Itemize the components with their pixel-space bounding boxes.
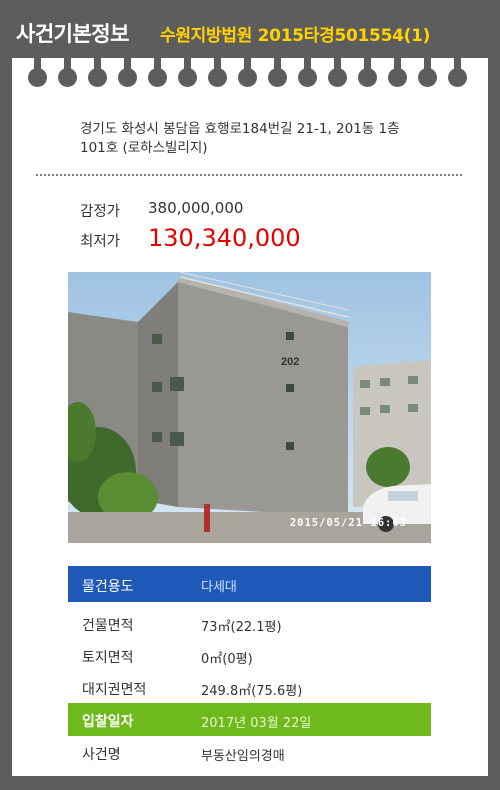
binder-hole bbox=[178, 68, 197, 87]
table-row-building-area: 건물면적 73㎡(22.1평) bbox=[68, 607, 431, 639]
binder-hole bbox=[388, 68, 407, 87]
property-address: 경기도 화성시 봉담읍 효행로184번길 21-1, 201동 1층101호 (… bbox=[80, 121, 400, 156]
page-title: 사건기본정보 bbox=[16, 22, 129, 46]
binder-hole bbox=[418, 68, 437, 87]
binder-hole bbox=[358, 68, 377, 87]
table-row-land-rights-area: 대지권면적 249.8㎡(75.6평) bbox=[68, 671, 431, 703]
table-row-usage: 물건용도 다세대 bbox=[68, 566, 431, 602]
row-value: 249.8㎡(75.6평) bbox=[201, 684, 303, 699]
binder-hole bbox=[58, 68, 77, 87]
row-key: 입찰일자 bbox=[82, 714, 134, 730]
appraisal-label: 감정가 bbox=[80, 204, 121, 220]
row-key: 사건명 bbox=[82, 747, 121, 763]
info-table: 물건용도 다세대 건물면적 73㎡(22.1평) 토지면적 0㎡(0평) 대지권… bbox=[68, 566, 431, 768]
row-key: 건물면적 bbox=[82, 618, 134, 634]
photo-timestamp: 2015/05/21 16:03 bbox=[289, 517, 407, 529]
table-row-case-name: 사건명 부동산임의경매 bbox=[68, 736, 431, 768]
binder-hole bbox=[448, 68, 467, 87]
building-photo-illustration: 202 bbox=[68, 272, 431, 543]
binder-hole bbox=[208, 68, 227, 87]
table-row-land-area: 토지면적 0㎡(0평) bbox=[68, 639, 431, 671]
binder-hole bbox=[238, 68, 257, 87]
binder-hole bbox=[28, 68, 47, 87]
row-value: 부동산임의경매 bbox=[201, 749, 285, 764]
binder-hole bbox=[298, 68, 317, 87]
binder-hole bbox=[118, 68, 137, 87]
binder-holes bbox=[28, 54, 472, 88]
row-key: 물건용도 bbox=[82, 579, 134, 595]
dotted-divider bbox=[36, 174, 462, 176]
binder-hole bbox=[88, 68, 107, 87]
row-value: 다세대 bbox=[201, 580, 237, 595]
property-photo: 202 2015/05/21 16:03 bbox=[68, 272, 431, 543]
appraisal-value: 380,000,000 bbox=[148, 199, 244, 217]
table-row-bid-date: 입찰일자 2017년 03월 22일 bbox=[68, 703, 431, 736]
building-number: 202 bbox=[281, 356, 299, 368]
lowest-price-label: 최저가 bbox=[80, 234, 121, 250]
row-key: 대지권면적 bbox=[82, 682, 147, 698]
lowest-price-value: 130,340,000 bbox=[148, 224, 301, 252]
header: 사건기본정보 수원지방법원 2015타경501554(1) bbox=[0, 0, 500, 62]
row-value: 0㎡(0평) bbox=[201, 652, 253, 667]
binder-hole bbox=[148, 68, 167, 87]
case-number: 수원지방법원 2015타경501554(1) bbox=[160, 26, 431, 46]
binder-hole bbox=[328, 68, 347, 87]
row-value: 2017년 03월 22일 bbox=[201, 716, 312, 731]
binder-hole bbox=[268, 68, 287, 87]
row-value: 73㎡(22.1평) bbox=[201, 620, 282, 635]
row-key: 토지면적 bbox=[82, 650, 134, 666]
